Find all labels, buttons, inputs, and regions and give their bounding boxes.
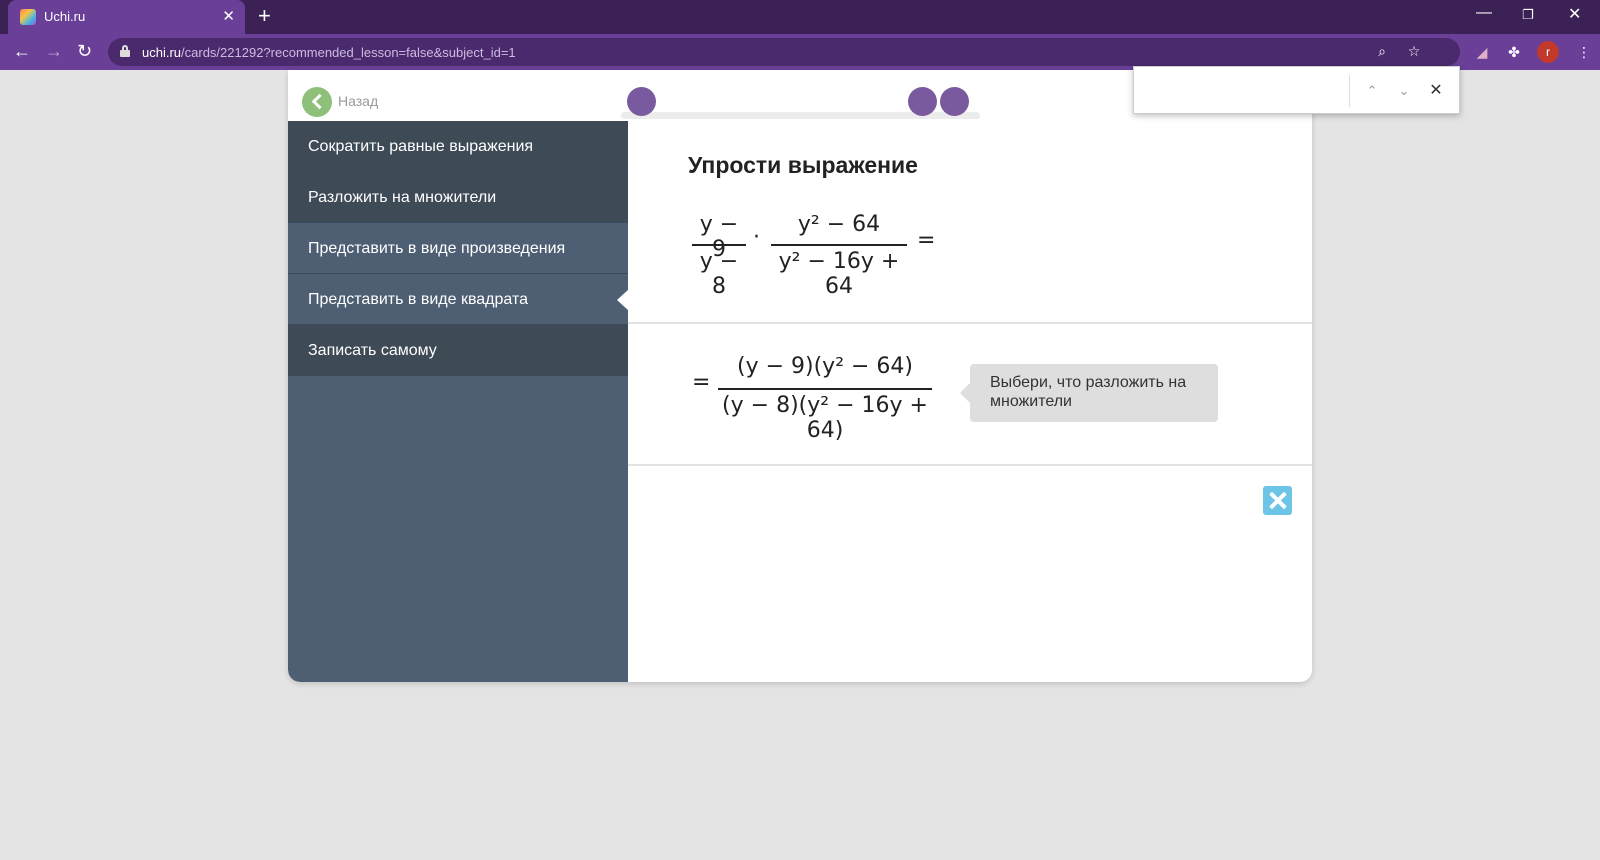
close-window-button[interactable]: ✕ — [1568, 4, 1581, 24]
find-previous-icon[interactable]: ⌃ — [1360, 79, 1384, 103]
divider — [628, 322, 1312, 324]
back-arrow-icon[interactable]: ← — [13, 40, 31, 62]
action-sidebar: Сократить равные выражения Разложить на … — [288, 121, 629, 682]
find-input[interactable] — [1144, 77, 1344, 105]
fraction-bar — [771, 244, 907, 246]
browser-toolbar: ← → ↻ uchi.ru/cards/221292?recommended_l… — [0, 34, 1600, 70]
back-label[interactable]: Назад — [338, 93, 378, 109]
sidebar-item-square[interactable]: Представить в виде квадрата — [288, 274, 629, 325]
extensions-puzzle-icon[interactable]: ✤ — [1504, 42, 1524, 62]
tab-close-icon[interactable]: ✕ — [222, 7, 235, 25]
tab-title: Uchi.ru — [44, 9, 86, 24]
combined-numerator[interactable]: (y − 9)(y² − 64) — [718, 354, 932, 379]
find-close-icon[interactable]: ✕ — [1424, 79, 1448, 103]
close-icon[interactable] — [1263, 486, 1292, 515]
reload-icon[interactable]: ↻ — [77, 40, 92, 62]
minimize-window-button[interactable]: — — [1476, 4, 1492, 22]
fraction-2-denominator: y² − 16y + 64 — [778, 249, 900, 299]
combined-fraction: (y − 9)(y² − 64) (y − 8)(y² − 16y + 64) — [718, 354, 932, 443]
profile-avatar[interactable]: r — [1537, 41, 1559, 63]
lesson-card: Назад Сократить равные выражения Разложи… — [288, 70, 1312, 682]
task-title: Упрости выражение — [688, 152, 918, 178]
page-search-icon[interactable]: ⌕ — [1372, 43, 1392, 61]
find-bar: ⌃ ⌄ ✕ — [1133, 66, 1460, 114]
bookmark-star-icon[interactable]: ☆ — [1404, 43, 1424, 61]
fraction-2: y² − 64 y² − 16y + 64 — [771, 212, 907, 299]
equals-sign: = — [692, 370, 711, 395]
combined-denominator[interactable]: (y − 8)(y² − 16y + 64) — [718, 393, 932, 443]
url-host: uchi.ru — [142, 45, 182, 60]
browser-tab[interactable]: Uchi.ru ✕ — [8, 0, 245, 34]
new-tab-button[interactable]: + — [258, 4, 271, 28]
restore-window-button[interactable]: ❐ — [1522, 7, 1534, 23]
fraction-1-denominator: y − 8 — [699, 249, 739, 299]
sidebar-item-reduce[interactable]: Сократить равные выражения — [288, 121, 628, 172]
equals-sign: = — [917, 228, 936, 253]
url-path: /cards/221292?recommended_lesson=false&s… — [181, 45, 516, 60]
browser-tab-strip: Uchi.ru ✕ + — ❐ ✕ — [0, 0, 1600, 34]
lock-icon — [120, 45, 130, 57]
browser-menu-icon[interactable]: ⋮ — [1574, 42, 1594, 62]
address-bar[interactable]: uchi.ru/cards/221292?recommended_lesson=… — [108, 38, 1460, 66]
fraction-2-numerator: y² − 64 — [797, 212, 881, 237]
site-favicon-icon — [20, 9, 36, 25]
back-arrow-icon[interactable] — [302, 87, 332, 117]
divider — [1349, 75, 1350, 107]
multiply-dot: · — [753, 225, 760, 250]
pdf-extension-icon[interactable]: ◢ — [1472, 42, 1492, 62]
divider — [628, 464, 1312, 466]
sidebar-item-product[interactable]: Представить в виде произведения — [288, 223, 628, 274]
fraction-1: y − 9 y − 8 — [692, 212, 746, 299]
sidebar-item-write-yourself[interactable]: Записать самому — [288, 325, 628, 376]
url-text: uchi.ru/cards/221292?recommended_lesson=… — [142, 45, 516, 60]
sidebar-item-factorize[interactable]: Разложить на множители — [288, 172, 628, 223]
fraction-bar — [692, 244, 746, 246]
hint-bubble: Выбери, что разложить на множители — [960, 364, 1218, 422]
forward-arrow-icon[interactable]: → — [45, 40, 63, 62]
fraction-bar — [718, 388, 932, 390]
find-next-icon[interactable]: ⌄ — [1392, 79, 1416, 103]
